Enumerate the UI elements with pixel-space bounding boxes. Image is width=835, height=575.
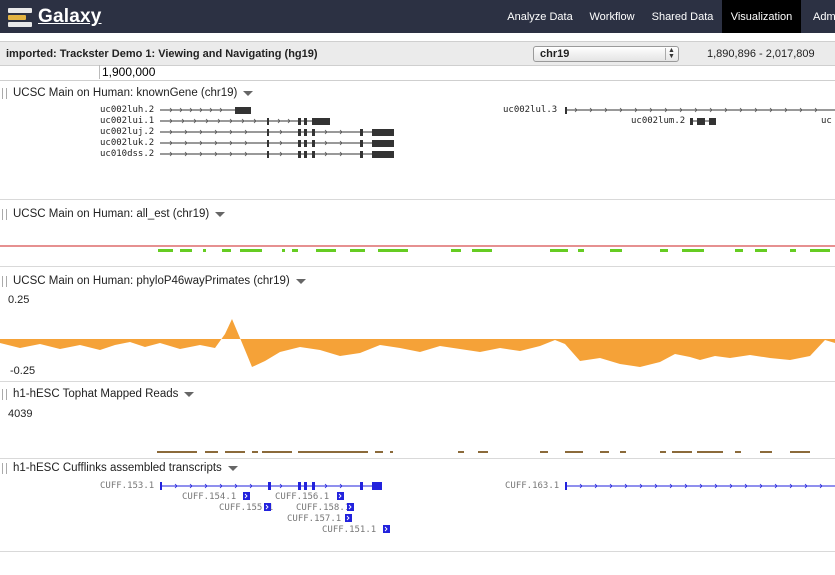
track-title: h1-hESC Tophat Mapped Reads bbox=[13, 388, 179, 400]
masthead: Galaxy Analyze Data Workflow Shared Data… bbox=[0, 0, 835, 33]
drag-handle-icon[interactable] bbox=[2, 462, 7, 474]
track-title: UCSC Main on Human: knownGene (chr19) bbox=[13, 87, 238, 99]
nav-visualization[interactable]: Visualization bbox=[722, 0, 801, 33]
drag-handle-icon[interactable] bbox=[2, 388, 7, 400]
track-separator bbox=[0, 266, 835, 267]
drag-handle-icon[interactable] bbox=[2, 275, 7, 287]
track-separator bbox=[0, 199, 835, 200]
track-separator bbox=[0, 551, 835, 552]
position-input[interactable] bbox=[99, 65, 832, 79]
chrom-select-value: chr19 bbox=[540, 48, 570, 60]
track-header-cufflinks: h1-hESC Cufflinks assembled transcripts bbox=[0, 459, 238, 477]
phylop-wiggle bbox=[0, 319, 835, 367]
est-features bbox=[0, 245, 835, 252]
position-bar bbox=[0, 65, 835, 81]
logo-text: Galaxy bbox=[38, 6, 102, 27]
track-header-phylop: UCSC Main on Human: phyloP46wayPrimates … bbox=[0, 272, 306, 290]
drag-handle-icon[interactable] bbox=[2, 208, 7, 220]
track-menu-caret-icon[interactable] bbox=[215, 211, 226, 217]
track-separator bbox=[0, 381, 835, 382]
reads-ymax: 4039 bbox=[8, 408, 33, 420]
viz-title: imported: Trackster Demo 1: Viewing and … bbox=[6, 48, 318, 60]
track-title: h1-hESC Cufflinks assembled transcripts bbox=[13, 462, 222, 474]
cufflinks-features bbox=[160, 482, 835, 533]
chrom-select[interactable]: chr19 ▲ ▼ bbox=[533, 46, 679, 62]
track-menu-caret-icon[interactable] bbox=[227, 465, 238, 471]
track-menu-caret-icon[interactable] bbox=[243, 90, 254, 96]
knowngene-features bbox=[160, 107, 835, 158]
nav-analyze-data[interactable]: Analyze Data bbox=[501, 0, 579, 33]
nav-shared-data[interactable]: Shared Data bbox=[645, 0, 720, 33]
track-title: UCSC Main on Human: all_est (chr19) bbox=[13, 208, 210, 220]
nav-admin[interactable]: Adm bbox=[803, 0, 835, 33]
track-header-tophat: h1-hESC Tophat Mapped Reads bbox=[0, 385, 195, 403]
viz-range: 1,890,896 - 2,017,809 bbox=[707, 48, 815, 60]
track-title: UCSC Main on Human: phyloP46wayPrimates … bbox=[13, 275, 290, 287]
viz-titlebar: imported: Trackster Demo 1: Viewing and … bbox=[0, 41, 835, 66]
track-header-knowngene: UCSC Main on Human: knownGene (chr19) bbox=[0, 84, 254, 102]
track-menu-caret-icon[interactable] bbox=[184, 391, 195, 397]
drag-handle-icon[interactable] bbox=[2, 87, 7, 99]
galaxy-logo-icon bbox=[8, 7, 32, 27]
reads-coverage bbox=[157, 451, 810, 453]
track-header-all-est: UCSC Main on Human: all_est (chr19) bbox=[0, 205, 226, 223]
nav-workflow[interactable]: Workflow bbox=[581, 0, 643, 33]
galaxy-logo[interactable]: Galaxy bbox=[8, 4, 102, 30]
select-arrows-icon: ▲ ▼ bbox=[665, 47, 677, 60]
phylop-ymax: 0.25 bbox=[8, 294, 30, 306]
track-menu-caret-icon[interactable] bbox=[295, 278, 306, 284]
